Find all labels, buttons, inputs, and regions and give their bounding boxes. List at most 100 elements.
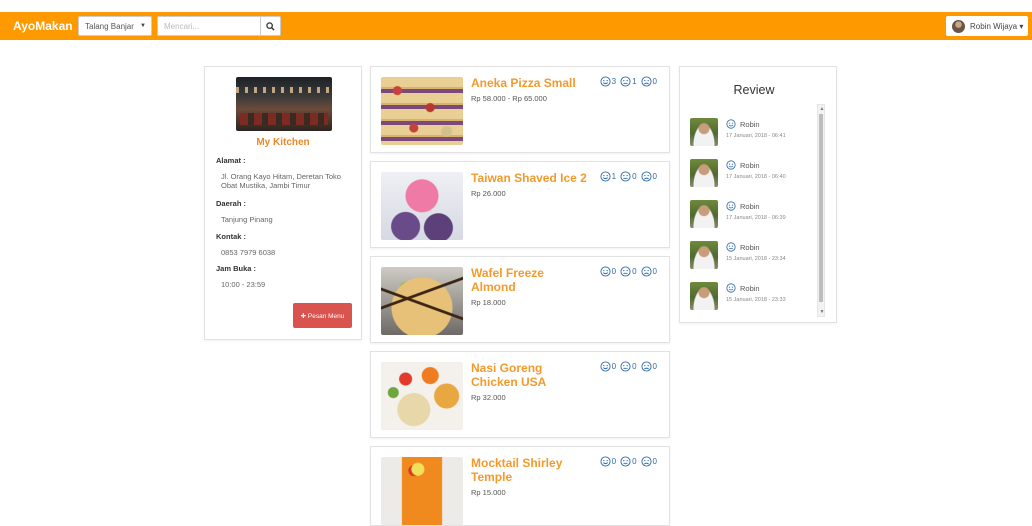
sad-count: 0: [652, 457, 657, 466]
happy-face-icon: [600, 456, 611, 467]
user-name: Robin Wijaya ▾: [970, 21, 1024, 31]
city-select-value: Talang Banjar: [85, 21, 134, 31]
reviewer-name: Robin: [740, 119, 760, 129]
sad-face-icon: [641, 361, 652, 372]
menu-card[interactable]: Wafel Freeze Almond Rp 18.000 0 0 0: [370, 256, 670, 343]
happy-face-icon: [600, 76, 611, 87]
rating-counts: 0 0 0: [598, 456, 657, 467]
city-select[interactable]: Talang Banjar ▼: [78, 16, 152, 36]
area-label: Daerah :: [216, 199, 247, 208]
rating-counts: 0 0 0: [598, 266, 657, 277]
sad-face-icon: [641, 76, 652, 87]
neutral-face-icon: [726, 242, 736, 252]
neutral-count: 0: [632, 362, 637, 371]
review-date: 17 Januari, 2018 - 06:41: [726, 133, 786, 139]
menu-title[interactable]: Nasi Goreng Chicken USA: [471, 361, 571, 389]
neutral-face-icon: [620, 456, 631, 467]
reviewer-name: Robin: [740, 283, 760, 293]
review-date: 15 Januari, 2018 - 23:34: [726, 256, 786, 262]
menu-price: Rp 58.000 - Rp 65.000: [471, 94, 547, 103]
contact-value: 0853 7979 6038: [221, 248, 276, 257]
menu-price: Rp 15.000: [471, 488, 506, 497]
happy-face-icon: [600, 171, 611, 182]
review-item[interactable]: Robin 15 Januari, 2018 - 23:34: [690, 241, 818, 271]
happy-count: 0: [611, 362, 617, 371]
review-item[interactable]: Robin 15 Januari, 2018 - 23:33: [690, 282, 818, 312]
review-date: 17 Januari, 2018 - 06:39: [726, 215, 786, 221]
menu-title[interactable]: Aneka Pizza Small: [471, 76, 599, 90]
avatar: [952, 19, 965, 33]
scroll-thumb[interactable]: [819, 114, 823, 302]
sad-count: 0: [652, 362, 657, 371]
menu-photo: [381, 362, 463, 430]
order-menu-button[interactable]: ✚ Pesan Menu: [293, 303, 352, 328]
review-date: 15 Januari, 2018 - 23:33: [726, 297, 786, 303]
caret-down-icon: ▼: [140, 23, 146, 29]
search-icon: [266, 21, 275, 31]
review-scrollbar[interactable]: ▲ ▼: [817, 104, 825, 317]
menu-title[interactable]: Taiwan Shaved Ice 2: [471, 171, 599, 185]
avatar: [690, 200, 718, 228]
search-button[interactable]: [261, 16, 281, 36]
avatar: [690, 118, 718, 146]
menu-photo: [381, 267, 463, 335]
review-list[interactable]: Robin 17 Januari, 2018 - 06:41 Robin 17 …: [690, 103, 828, 318]
sad-count: 0: [652, 172, 657, 181]
brand-logo[interactable]: AyoMakan: [13, 19, 73, 33]
neutral-count: 0: [632, 172, 637, 181]
review-date: 17 Januari, 2018 - 06:40: [726, 174, 786, 180]
menu-photo: [381, 77, 463, 145]
happy-face-icon: [726, 160, 736, 170]
neutral-count: 0: [632, 267, 637, 276]
shop-name: My Kitchen: [256, 137, 310, 148]
menu-price: Rp 32.000: [471, 393, 506, 402]
menu-price: Rp 18.000: [471, 298, 506, 307]
menu-title[interactable]: Mocktail Shirley Temple: [471, 456, 581, 484]
happy-face-icon: [726, 283, 736, 293]
menu-card[interactable]: Taiwan Shaved Ice 2 Rp 26.000 1 0 0: [370, 161, 670, 248]
neutral-face-icon: [620, 171, 631, 182]
address-label: Alamat :: [216, 156, 246, 165]
happy-count: 0: [611, 457, 617, 466]
area-value: Tanjung Pinang: [221, 215, 273, 224]
review-item[interactable]: Robin 17 Januari, 2018 - 06:39: [690, 200, 818, 230]
neutral-face-icon: [620, 266, 631, 277]
happy-face-icon: [600, 266, 611, 277]
top-navbar: AyoMakan Talang Banjar ▼ Robin Wijaya ▾: [0, 12, 1032, 40]
menu-price: Rp 26.000: [471, 189, 506, 198]
user-menu-button[interactable]: Robin Wijaya ▾: [946, 16, 1028, 36]
search-input[interactable]: [157, 16, 261, 36]
neutral-count: 0: [632, 457, 637, 466]
shop-info-panel: My Kitchen Alamat : Jl. Orang Kayo Hitam…: [204, 66, 362, 340]
happy-face-icon: [600, 361, 611, 372]
neutral-face-icon: [620, 361, 631, 372]
review-title: Review: [733, 83, 775, 97]
scroll-down-icon[interactable]: ▼: [819, 309, 825, 315]
happy-count: 0: [611, 267, 617, 276]
sad-face-icon: [641, 456, 652, 467]
scroll-up-icon[interactable]: ▲: [819, 106, 825, 112]
review-item[interactable]: Robin 17 Januari, 2018 - 06:41: [690, 118, 818, 148]
happy-count: 1: [611, 172, 617, 181]
reviewer-name: Robin: [740, 201, 760, 211]
hours-value: 10:00 - 23:59: [221, 280, 266, 289]
review-panel: Review Robin 17 Januari, 2018 - 06:41 Ro…: [679, 66, 837, 323]
address-value: Jl. Orang Kayo Hitam, Deretan Toko Obat …: [221, 172, 341, 190]
avatar: [690, 282, 718, 310]
sad-face-icon: [641, 266, 652, 277]
contact-label: Kontak :: [216, 232, 246, 241]
shop-photo: [236, 77, 332, 131]
avatar: [690, 241, 718, 269]
hours-label: Jam Buka :: [216, 264, 257, 273]
menu-photo: [381, 172, 463, 240]
rating-counts: 1 0 0: [598, 171, 657, 182]
avatar: [690, 159, 718, 187]
menu-card[interactable]: Nasi Goreng Chicken USA Rp 32.000 0 0 0: [370, 351, 670, 438]
menu-card[interactable]: Aneka Pizza Small Rp 58.000 - Rp 65.000 …: [370, 66, 670, 153]
sad-face-icon: [641, 171, 652, 182]
rating-counts: 3 1 0: [598, 76, 657, 87]
review-item[interactable]: Robin 17 Januari, 2018 - 06:40: [690, 159, 818, 189]
menu-title[interactable]: Wafel Freeze Almond: [471, 266, 571, 294]
menu-card[interactable]: Mocktail Shirley Temple Rp 15.000 0 0 0: [370, 446, 670, 526]
happy-face-icon: [726, 201, 736, 211]
